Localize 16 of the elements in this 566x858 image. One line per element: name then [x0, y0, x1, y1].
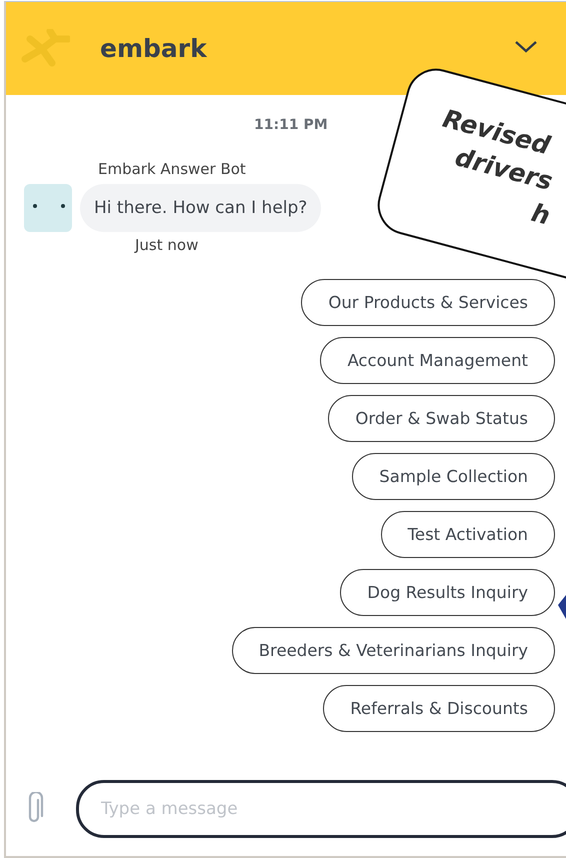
brand-title: embark	[100, 34, 207, 63]
quick-reply-button[interactable]: Breeders & Veterinarians Inquiry	[232, 627, 555, 674]
quick-reply-button[interactable]: Sample Collection	[352, 453, 555, 500]
quick-reply-button[interactable]: Referrals & Discounts	[323, 685, 555, 732]
quick-reply-button[interactable]: Test Activation	[380, 511, 555, 558]
quick-reply-button[interactable]: Our Products & Services	[301, 279, 555, 326]
quick-reply-button[interactable]: Order & Swab Status	[328, 395, 555, 442]
arrowhead-icon	[558, 595, 566, 619]
quick-reply-button[interactable]: Account Management	[320, 337, 555, 384]
bot-avatar-icon	[24, 184, 72, 232]
message-time: Just now	[135, 236, 200, 254]
quick-reply-button[interactable]: Dog Results Inquiry	[340, 569, 555, 616]
message-bubble: Hi there. How can I help?	[80, 184, 322, 232]
chevron-down-icon[interactable]	[514, 40, 538, 54]
callout-text: h	[527, 196, 554, 233]
message-input[interactable]: Type a message	[76, 780, 566, 838]
